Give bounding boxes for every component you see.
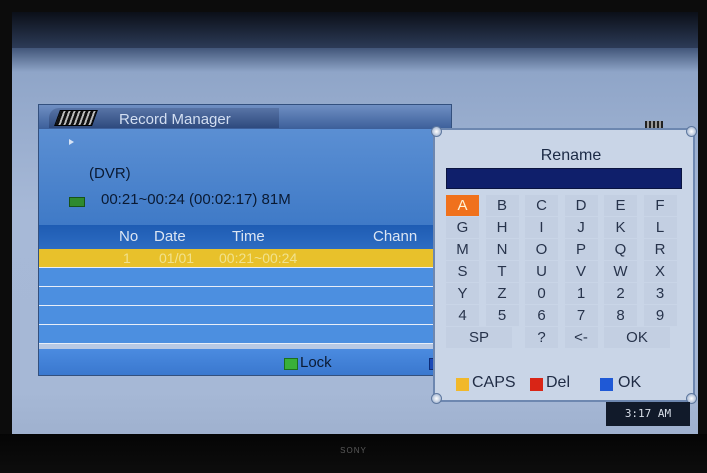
key-h[interactable]: H: [485, 217, 519, 238]
tv-bezel-left: [0, 0, 12, 473]
key-i[interactable]: I: [525, 217, 558, 238]
key-x[interactable]: X: [643, 261, 677, 282]
key-1[interactable]: 1: [564, 283, 598, 304]
key-r[interactable]: R: [643, 239, 677, 260]
record-manager-titlebar: Record Manager: [39, 105, 451, 129]
rename-input[interactable]: [446, 168, 682, 189]
record-duration-info: 00:21~00:24 (00:02:17) 81M: [101, 191, 291, 208]
key-6[interactable]: 6: [525, 305, 558, 326]
key-v[interactable]: V: [564, 261, 598, 282]
record-manager-footer: Lock: [39, 349, 451, 375]
play-icon: [69, 139, 74, 145]
key-b[interactable]: B: [485, 195, 519, 216]
key-t[interactable]: T: [485, 261, 519, 282]
key-n[interactable]: N: [485, 239, 519, 260]
corner-rivet-icon: [431, 126, 442, 137]
record-manager-panel: Record Manager (DVR) 00:21~00:24 (00:02:…: [38, 104, 452, 376]
screen-top-band: [12, 12, 698, 48]
green-record-icon: [69, 197, 85, 207]
ok-label[interactable]: OK: [618, 374, 641, 392]
key-5[interactable]: 5: [485, 305, 519, 326]
key-s[interactable]: S: [446, 261, 479, 282]
table-row[interactable]: [39, 287, 451, 306]
key-8[interactable]: 8: [604, 305, 637, 326]
record-source: (DVR): [89, 165, 131, 182]
table-row[interactable]: [39, 306, 451, 325]
key-e[interactable]: E: [604, 195, 637, 216]
table-row[interactable]: 1 01/01 00:21~00:24: [39, 249, 451, 268]
yellow-key-icon: [456, 378, 469, 391]
key-u[interactable]: U: [525, 261, 558, 282]
key-q[interactable]: Q: [604, 239, 637, 260]
key-p[interactable]: P: [564, 239, 598, 260]
column-header-date: Date: [154, 228, 186, 245]
rename-title: Rename: [540, 147, 602, 164]
rename-dialog: Rename ABCDEF GHIJKL MNOPQR STUVWX YZ0123 456…: [431, 126, 697, 404]
column-header-time: Time: [232, 228, 265, 245]
key-0[interactable]: 0: [525, 283, 558, 304]
key-c[interactable]: C: [525, 195, 558, 216]
key-ok[interactable]: OK: [604, 327, 670, 348]
key-3[interactable]: 3: [643, 283, 677, 304]
key-space[interactable]: SP: [446, 327, 512, 348]
column-header-no: No: [119, 228, 139, 245]
key-4[interactable]: 4: [446, 305, 479, 326]
keyboard-legend: CAPS Del OK: [446, 372, 686, 394]
film-reel-icon: [54, 110, 98, 126]
key-l[interactable]: L: [643, 217, 677, 238]
key-7[interactable]: 7: [564, 305, 598, 326]
key-question[interactable]: ?: [525, 327, 558, 348]
key-k[interactable]: K: [604, 217, 637, 238]
lock-label[interactable]: Lock: [300, 354, 332, 371]
key-f[interactable]: F: [643, 195, 677, 216]
tv-brand-logo: SONY: [340, 446, 367, 455]
tv-bezel-right: [698, 0, 707, 473]
key-9[interactable]: 9: [643, 305, 677, 326]
key-m[interactable]: M: [446, 239, 479, 260]
clock: 3:17 AM: [606, 402, 690, 426]
key-j[interactable]: J: [564, 217, 598, 238]
key-z[interactable]: Z: [485, 283, 519, 304]
tv-bezel-top: [0, 0, 707, 12]
table-row[interactable]: [39, 325, 451, 344]
corner-rivet-icon: [431, 393, 442, 404]
key-d[interactable]: D: [564, 195, 598, 216]
key-g[interactable]: G: [446, 217, 479, 238]
row-date: 01/01: [159, 250, 195, 266]
record-manager-info: (DVR) 00:21~00:24 (00:02:17) 81M: [39, 129, 451, 225]
caps-label[interactable]: CAPS: [472, 374, 516, 392]
column-header-channel: Chann: [373, 228, 418, 245]
key-y[interactable]: Y: [446, 283, 479, 304]
record-manager-title: Record Manager: [119, 111, 231, 128]
table-row[interactable]: [39, 268, 451, 287]
row-time: 00:21~00:24: [219, 250, 298, 266]
key-o[interactable]: O: [525, 239, 558, 260]
key-backspace[interactable]: <-: [564, 327, 598, 348]
blue-key-icon: [600, 378, 613, 391]
recordings-table-header: No Date Time Chann: [39, 225, 451, 249]
corner-rivet-icon: [686, 126, 697, 137]
key-2[interactable]: 2: [604, 283, 637, 304]
row-no: 1: [123, 250, 131, 266]
green-key-icon: [284, 358, 298, 370]
tv-screen: Record Manager (DVR) 00:21~00:24 (00:02:…: [12, 12, 698, 434]
del-label[interactable]: Del: [546, 374, 570, 392]
key-w[interactable]: W: [604, 261, 637, 282]
key-a[interactable]: A: [446, 195, 479, 216]
red-key-icon: [530, 378, 543, 391]
